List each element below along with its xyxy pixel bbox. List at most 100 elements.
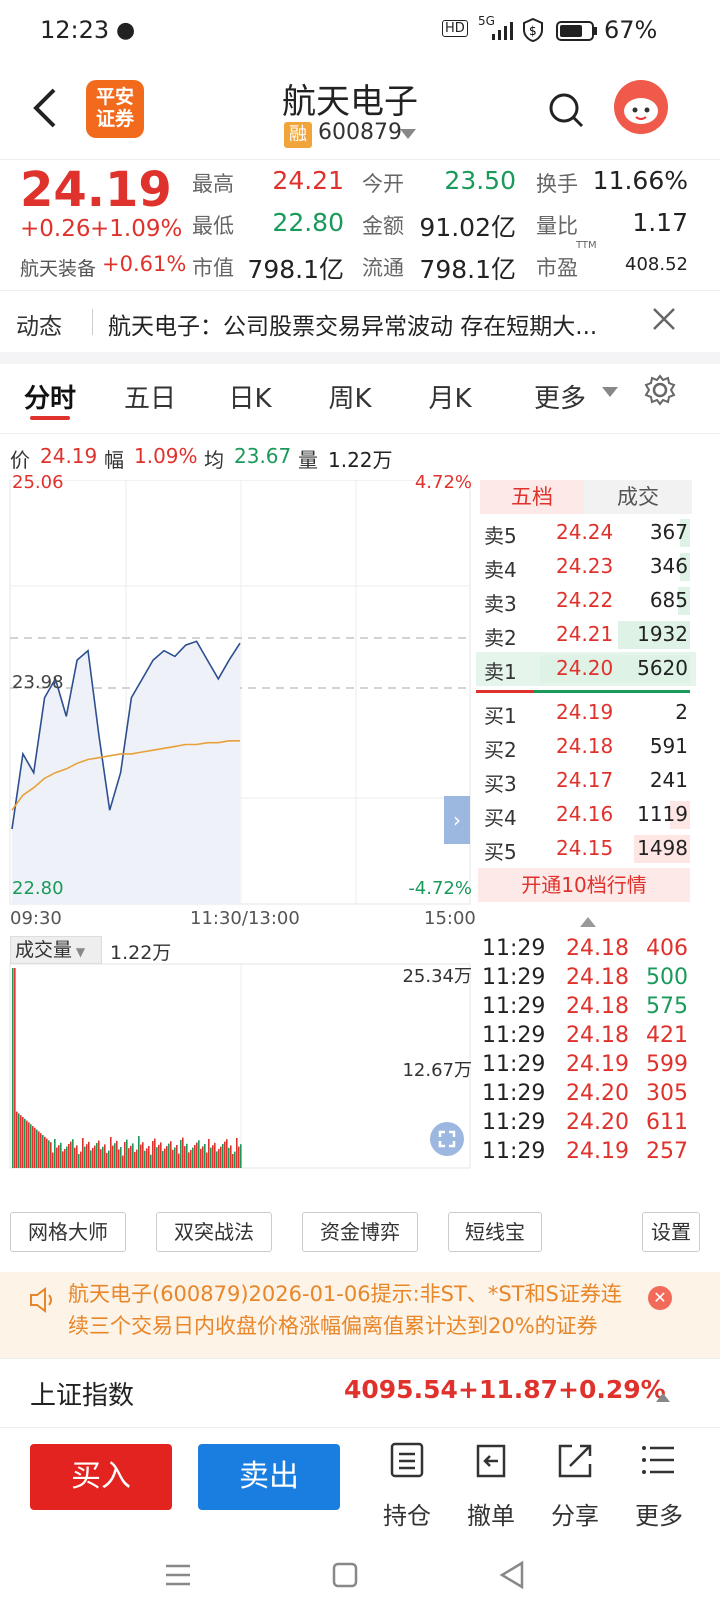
y-axis-bottom: 22.80	[12, 878, 64, 899]
ask-label: 卖3	[484, 592, 517, 616]
tool-double-break[interactable]: 双突战法	[156, 1212, 272, 1252]
tick-price: 24.19	[566, 1052, 629, 1077]
settings-gear-icon[interactable]	[644, 374, 676, 410]
bid-price: 24.18	[556, 734, 614, 758]
tab-intraday[interactable]: 分时	[14, 364, 86, 434]
ask-row[interactable]: 卖4 24.23 346	[476, 550, 696, 584]
index-bar[interactable]: 上证指数 4095.54 +11.87 +0.29%	[0, 1358, 720, 1428]
ttm-sup: TTM	[576, 240, 597, 251]
intraday-chart[interactable]	[0, 480, 476, 1210]
volume-bar	[188, 1152, 190, 1168]
tool-settings[interactable]: 设置	[642, 1212, 700, 1252]
quote-value: 11.66%	[592, 166, 688, 195]
home-icon[interactable]	[332, 1562, 358, 1592]
nav-bar: 平安 证券 航天电子 融 600879	[0, 64, 720, 160]
bid-row[interactable]: 买1 24.19 2	[476, 696, 696, 730]
tab-week-k[interactable]: 周K	[312, 364, 388, 434]
caret-down-icon[interactable]	[602, 384, 618, 403]
ask-row[interactable]: 卖2 24.21 1932	[476, 618, 696, 652]
risk-notice[interactable]: 航天电子(600879)2026-01-06提示:非ST、*ST和S证券连续三个…	[0, 1272, 720, 1358]
volume-bar	[18, 1113, 20, 1168]
scroll-up-icon[interactable]	[580, 912, 596, 931]
volume-bar	[110, 1137, 112, 1168]
quote-label: 市盈	[536, 256, 578, 280]
pct-axis-top: 4.72%	[414, 472, 472, 493]
tab-day-k[interactable]: 日K	[212, 364, 288, 434]
ask-row[interactable]: 卖3 24.22 685	[476, 584, 696, 618]
share-button[interactable]: 分享	[540, 1438, 610, 1530]
bid-row[interactable]: 买4 24.16 1119	[476, 798, 696, 832]
index-value: 4095.54	[344, 1375, 458, 1404]
holdings-button[interactable]: 持仓	[372, 1438, 442, 1530]
back-icon[interactable]	[30, 86, 60, 134]
ask-row[interactable]: 卖1 24.20 5620	[476, 652, 696, 686]
caret-down-icon[interactable]	[400, 126, 416, 145]
close-icon[interactable]	[652, 307, 676, 335]
quote-label: 最低	[192, 214, 234, 238]
volume-bar	[80, 1151, 82, 1168]
tool-fund-game[interactable]: 资金博弈	[302, 1212, 418, 1252]
sector-label[interactable]: 航天装备	[20, 254, 96, 281]
open-ten-levels-button[interactable]: 开通10档行情	[478, 868, 690, 902]
news-ticker[interactable]: 动态 航天电子：公司股票交易异常波动 存在短期大...	[0, 290, 720, 352]
volume-bar	[218, 1149, 220, 1168]
bid-row[interactable]: 买5 24.15 1498	[476, 832, 696, 866]
close-icon[interactable]: ✕	[648, 1286, 672, 1310]
avatar[interactable]	[614, 80, 668, 134]
volume-bar	[118, 1149, 120, 1168]
speaker-icon	[28, 1286, 58, 1318]
tick-price: 24.18	[566, 965, 629, 990]
volume-bar	[30, 1124, 32, 1168]
caret-up-icon[interactable]	[656, 1387, 670, 1406]
cursor-info: 价 24.19 幅 1.09% 均 23.67 量 1.22万	[0, 436, 720, 480]
volume-bar	[100, 1149, 102, 1168]
volume-bar	[198, 1140, 200, 1168]
volume-bar	[192, 1147, 194, 1168]
ask-price: 24.21	[556, 622, 614, 646]
volume-bar	[104, 1144, 106, 1168]
tab-trades[interactable]: 成交	[584, 480, 692, 514]
bid-row[interactable]: 买2 24.18 591	[476, 730, 696, 764]
volume-indicator-select[interactable]: 成交量 ▼	[10, 936, 102, 964]
share-icon	[558, 1444, 592, 1478]
volume-bar	[232, 1154, 234, 1168]
quote-label: 量比	[536, 214, 578, 238]
broker-logo: 平安 证券	[86, 80, 144, 138]
ask-label: 卖5	[484, 524, 517, 548]
tick-time: 11:29	[482, 1110, 546, 1135]
tick-time: 11:29	[482, 1139, 546, 1164]
quote-label: 流通	[362, 256, 404, 280]
volume-bar	[204, 1144, 206, 1168]
tool-short-line[interactable]: 短线宝	[448, 1212, 542, 1252]
news-text[interactable]: 航天电子：公司股票交易异常波动 存在短期大...	[108, 307, 648, 341]
stock-code[interactable]: 600879	[318, 120, 402, 145]
search-icon[interactable]	[548, 92, 584, 132]
volume-bar	[240, 1144, 242, 1168]
tab-more[interactable]: 更多	[522, 364, 598, 434]
x-axis-end: 15:00	[424, 908, 476, 929]
tab-month-k[interactable]: 月K	[412, 364, 488, 434]
system-nav-bar	[0, 1538, 720, 1612]
expand-chevron-icon[interactable]: ›	[444, 796, 470, 844]
volume-bar	[176, 1145, 178, 1168]
bid-label: 买3	[484, 772, 517, 796]
tab-five-levels[interactable]: 五档	[480, 480, 584, 514]
status-time: 12:23	[40, 16, 110, 44]
sell-button[interactable]: 卖出	[198, 1444, 340, 1510]
bid-row[interactable]: 买3 24.17 241	[476, 764, 696, 798]
fullscreen-icon[interactable]	[430, 1122, 464, 1156]
tick-price: 24.18	[566, 994, 629, 1019]
cancel-order-button[interactable]: 撤单	[456, 1438, 526, 1530]
volume-bar	[54, 1139, 56, 1168]
divider	[92, 309, 93, 335]
ask-row[interactable]: 卖5 24.24 367	[476, 516, 696, 550]
more-button[interactable]: 更多	[624, 1438, 694, 1530]
volume-bar	[42, 1135, 44, 1168]
recent-apps-icon[interactable]	[164, 1562, 192, 1592]
volume-bar	[180, 1140, 182, 1168]
back-nav-icon[interactable]	[498, 1560, 526, 1594]
volume-bar	[74, 1147, 76, 1168]
tab-five-day[interactable]: 五日	[112, 364, 188, 434]
buy-button[interactable]: 买入	[30, 1444, 172, 1510]
tool-grid-master[interactable]: 网格大师	[10, 1212, 126, 1252]
